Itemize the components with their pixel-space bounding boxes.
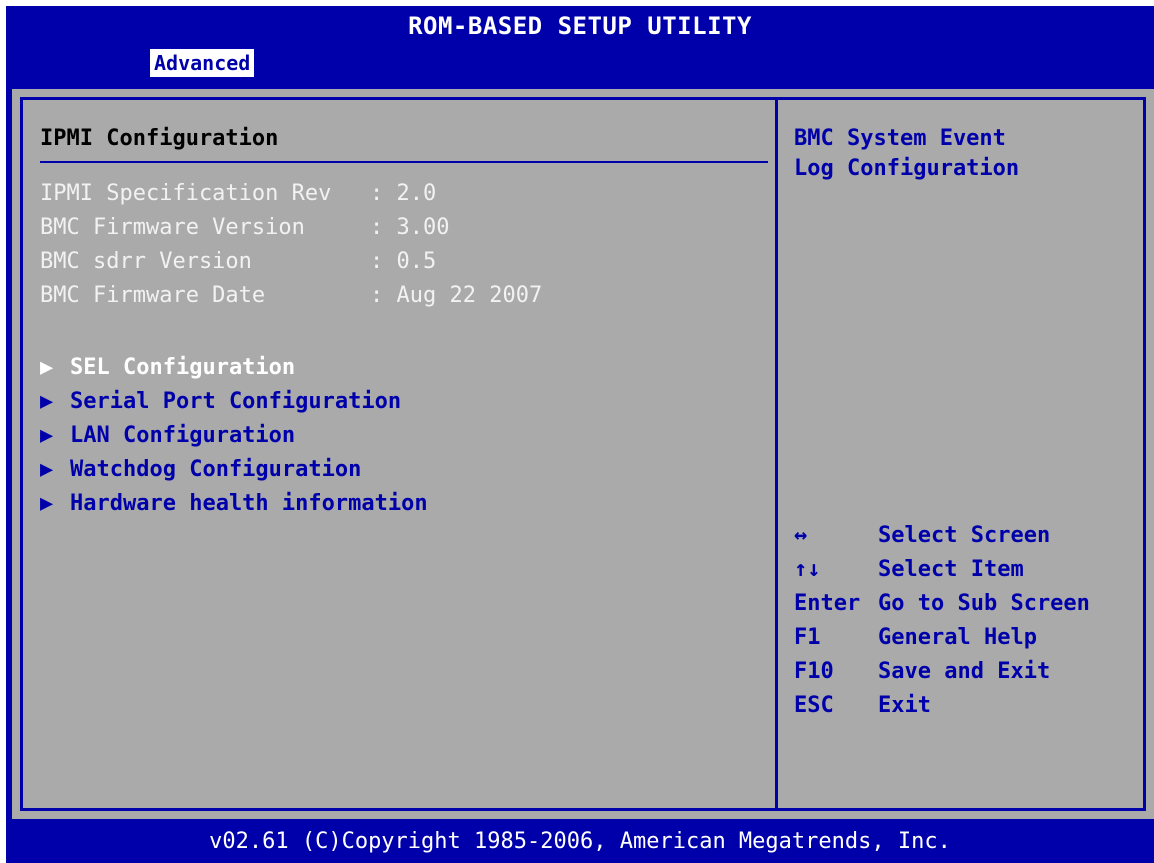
info-value: : 2.0: [370, 181, 437, 206]
tab-advanced[interactable]: Advanced: [150, 49, 255, 77]
setup-utility-title: ROM-BASED SETUP UTILITY: [408, 12, 752, 40]
submenu-arrow-icon: ▶: [40, 457, 54, 482]
key-up-down-icon: ↑↓: [794, 557, 821, 582]
key-row-save-and-exit: F10 Save and Exit: [794, 655, 1090, 689]
info-label: BMC Firmware Date: [40, 283, 266, 308]
key-esc: ESC: [794, 693, 834, 718]
key-action: Select Item: [878, 557, 1024, 582]
submenu-arrow-icon: ▶: [40, 389, 54, 414]
key-legend: ↔ Select Screen ↑↓ Select Item Enter Go to …: [794, 519, 1090, 723]
menu-item-label: SEL Configuration: [70, 355, 296, 380]
key-action: Exit: [878, 693, 931, 718]
submenu-arrow-icon: ▶: [40, 355, 54, 380]
help-text-line-2: Log Configuration: [794, 156, 1020, 181]
key-f10: F10: [794, 659, 834, 684]
key-left-right-icon: ↔: [794, 523, 808, 548]
section-title: IPMI Configuration: [40, 126, 279, 151]
key-action: General Help: [878, 625, 1037, 650]
info-row-bmc-firmware-date: BMC Firmware Date : Aug 22 2007: [40, 281, 542, 311]
info-row-bmc-firmware-version: BMC Firmware Version : 3.00: [40, 213, 449, 243]
info-value: : 0.5: [370, 249, 437, 274]
section-divider: [40, 161, 768, 163]
info-value: : Aug 22 2007: [370, 283, 543, 308]
menu-item-sel-configuration[interactable]: ▶ SEL Configuration: [40, 353, 295, 383]
menu-item-label: Hardware health information: [70, 491, 428, 516]
menu-item-hardware-health-information[interactable]: ▶ Hardware health information: [40, 489, 428, 519]
key-row-go-to-sub-screen: Enter Go to Sub Screen: [794, 587, 1090, 621]
main-panel: IPMI Configuration IPMI Specification Re…: [12, 89, 1154, 819]
menu-item-label: Watchdog Configuration: [70, 457, 362, 482]
menu-item-label: Serial Port Configuration: [70, 389, 402, 414]
info-value: : 3.00: [370, 215, 450, 240]
menu-item-label: LAN Configuration: [70, 423, 296, 448]
key-action: Save and Exit: [878, 659, 1051, 684]
info-row-ipmi-spec-rev: IPMI Specification Rev : 2.0: [40, 179, 436, 209]
key-row-exit: ESC Exit: [794, 689, 1090, 723]
key-row-select-screen: ↔ Select Screen: [794, 519, 1090, 553]
bios-screen: ROM-BASED SETUP UTILITY Advanced IPMI Co…: [6, 6, 1154, 863]
key-action: Go to Sub Screen: [878, 591, 1090, 616]
info-row-bmc-sdrr-version: BMC sdrr Version : 0.5: [40, 247, 436, 277]
submenu-arrow-icon: ▶: [40, 491, 54, 516]
menu-item-watchdog-configuration[interactable]: ▶ Watchdog Configuration: [40, 455, 361, 485]
key-row-select-item: ↑↓ Select Item: [794, 553, 1090, 587]
key-enter: Enter: [794, 591, 861, 616]
key-f1: F1: [794, 625, 821, 650]
info-label: BMC Firmware Version: [40, 215, 305, 240]
info-label: BMC sdrr Version: [40, 249, 252, 274]
menu-item-serial-port-configuration[interactable]: ▶ Serial Port Configuration: [40, 387, 401, 417]
panel-vertical-divider: [775, 97, 778, 811]
submenu-arrow-icon: ▶: [40, 423, 54, 448]
help-text-line-1: BMC System Event: [794, 126, 1006, 151]
key-action: Select Screen: [878, 523, 1051, 548]
info-label: IPMI Specification Rev: [40, 181, 332, 206]
copyright-footer: v02.61 (C)Copyright 1985-2006, American …: [209, 829, 951, 854]
menu-item-lan-configuration[interactable]: ▶ LAN Configuration: [40, 421, 295, 451]
key-row-general-help: F1 General Help: [794, 621, 1090, 655]
